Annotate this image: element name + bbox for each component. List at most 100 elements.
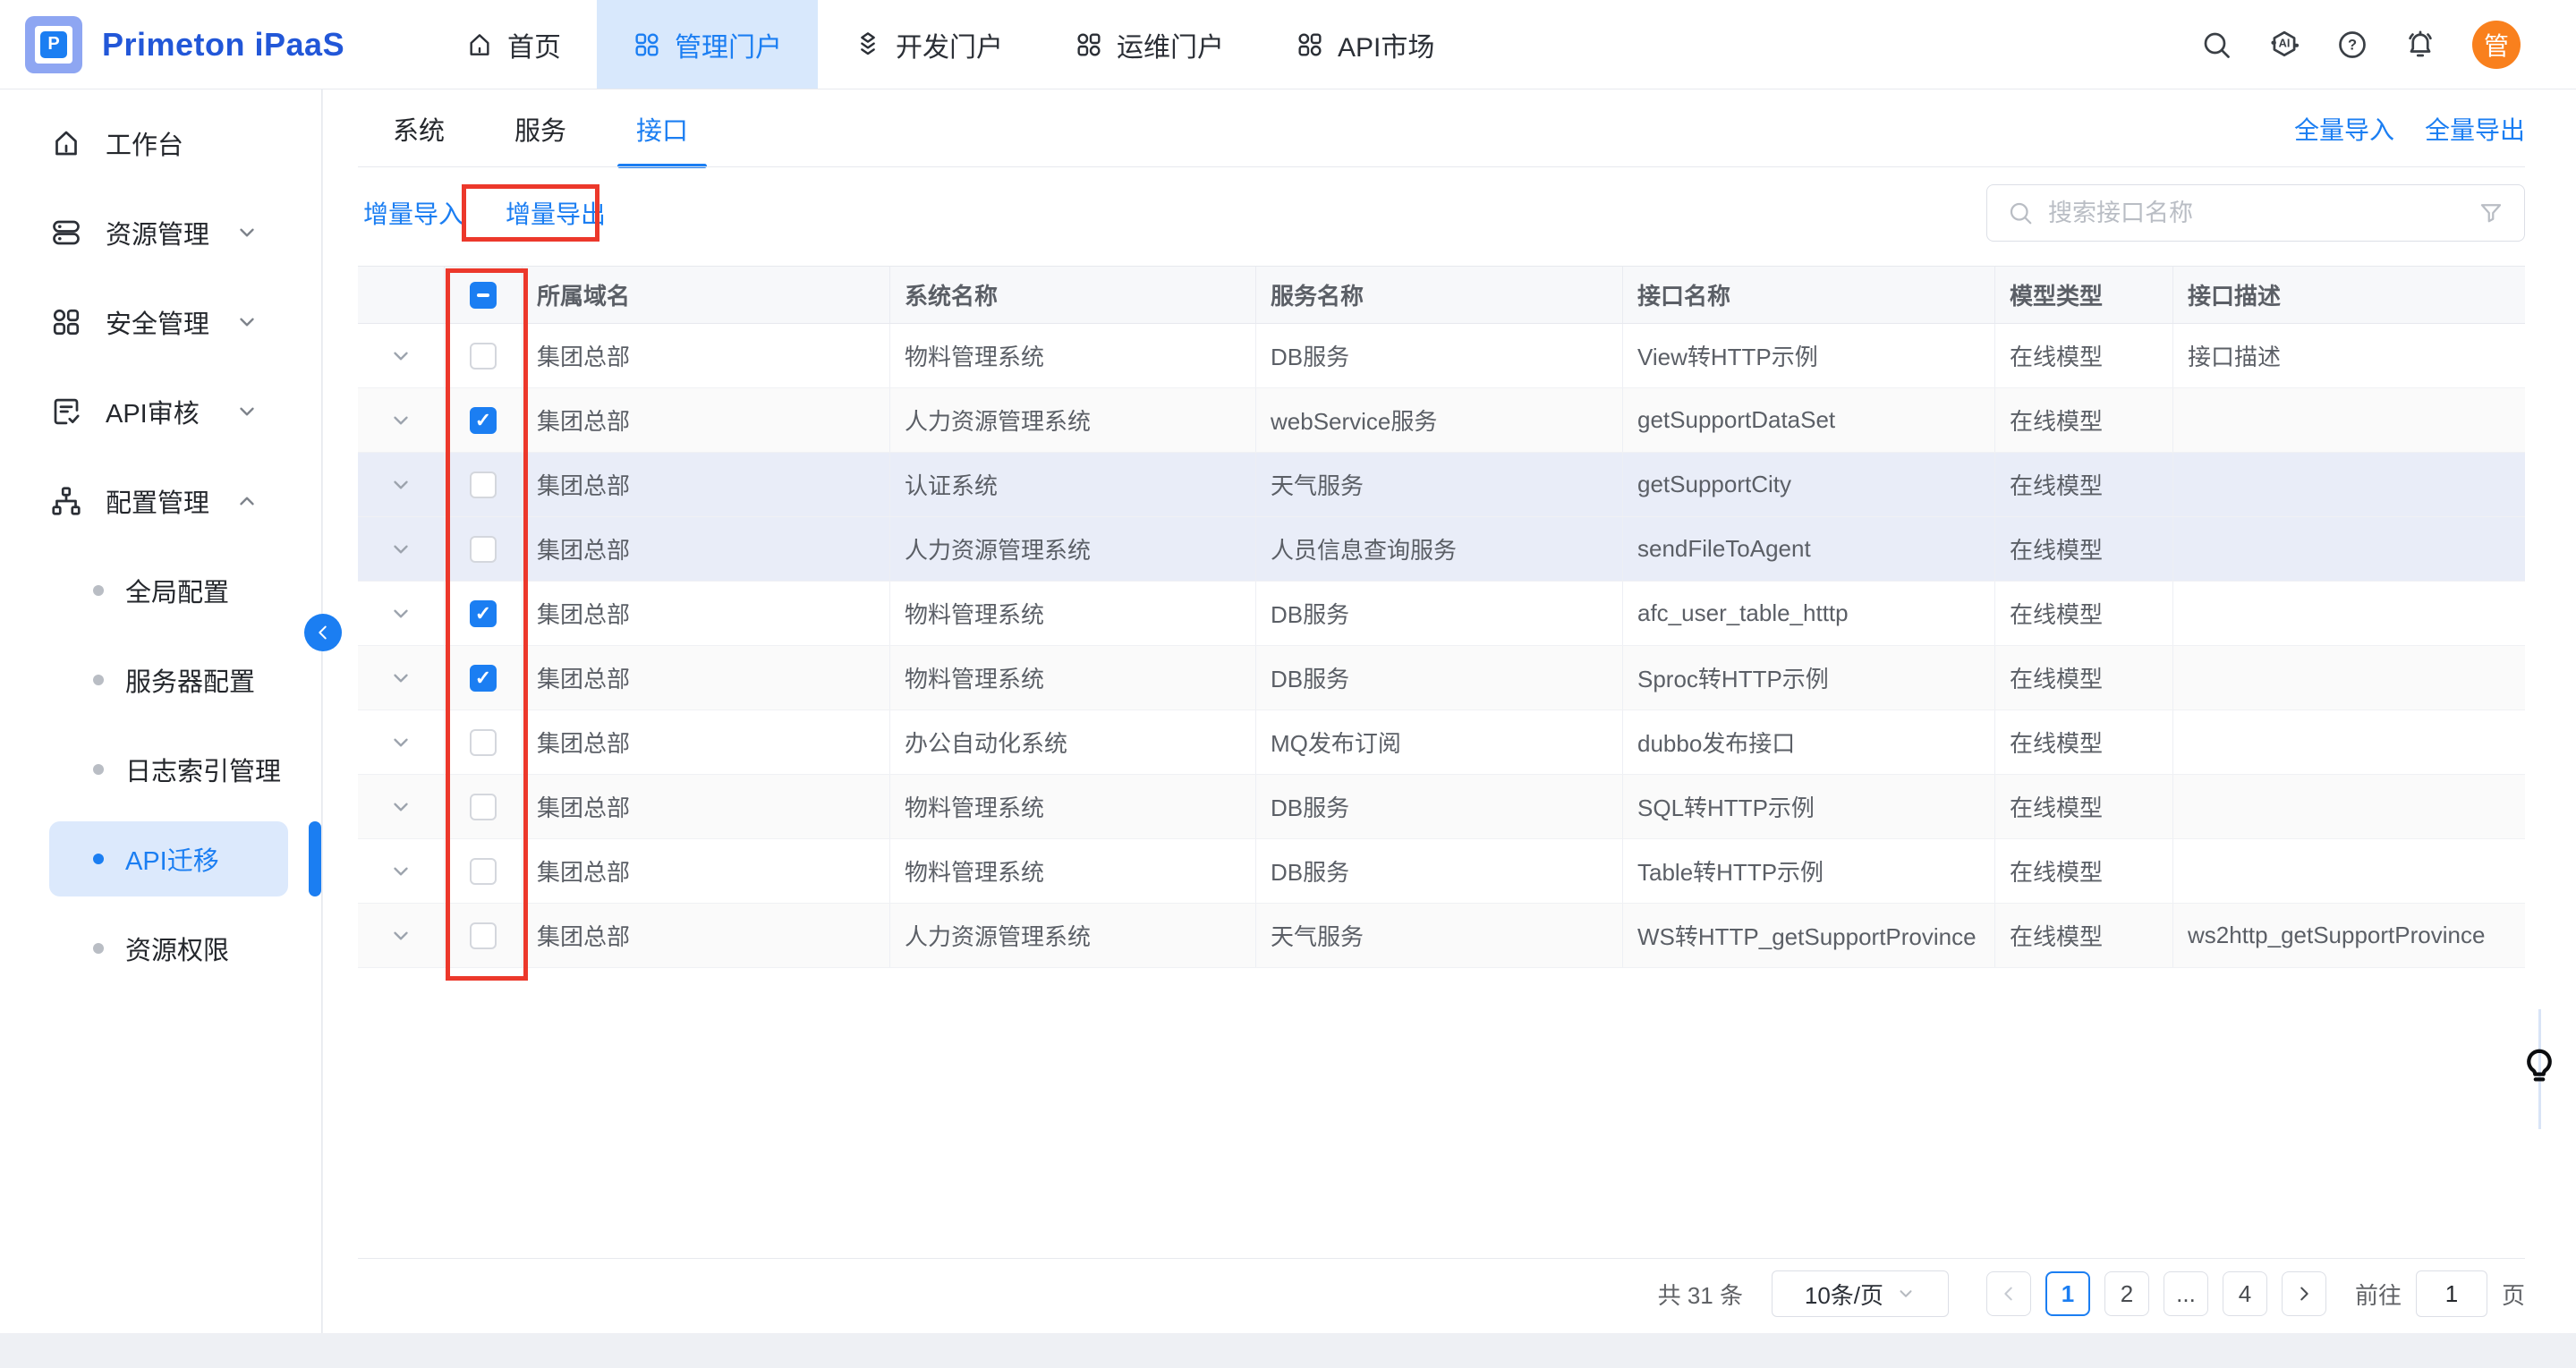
search-input[interactable] <box>2034 200 2478 227</box>
sidebar-item-API审核[interactable]: API审核 <box>0 367 321 456</box>
row-checkbox[interactable] <box>470 536 497 563</box>
row-expand-cell <box>358 324 445 387</box>
table-row: 集团总部人力资源管理系统天气服务WS转HTTP_getSupportProvin… <box>358 904 2525 968</box>
table-header-row: 所属域名系统名称服务名称接口名称模型类型接口描述 <box>358 266 2525 324</box>
row-expand-chevron-icon[interactable] <box>389 409 412 432</box>
page-size-select[interactable]: 10条/页 <box>1772 1270 1949 1317</box>
tab-接口[interactable]: 接口 <box>617 89 707 167</box>
app-root: P Primeton iPaaS 首页管理门户开发门户运维门户API市场 AI?… <box>0 0 2576 1368</box>
cell-domain: 集团总部 <box>523 839 890 903</box>
total-count: 共 31 条 <box>1658 1278 1743 1311</box>
header-api: 接口名称 <box>1623 267 1995 323</box>
sidebar-subitem-日志索引管理[interactable]: 日志索引管理 <box>0 725 321 814</box>
row-expand-chevron-icon[interactable] <box>389 795 412 819</box>
sidebar-subitem-API迁移[interactable]: API迁移 <box>0 814 321 904</box>
sidebar-subitem-label: 资源权限 <box>125 930 229 967</box>
svg-text:?: ? <box>2348 37 2357 53</box>
cell-model: 在线模型 <box>1995 388 2173 452</box>
row-checkbox[interactable] <box>470 729 497 756</box>
row-checkbox[interactable] <box>470 600 497 627</box>
chevron-left-icon <box>1999 1284 2019 1304</box>
row-expand-chevron-icon[interactable] <box>389 924 412 947</box>
tips-lightbulb-button[interactable] <box>2516 1038 2563 1095</box>
row-checkbox[interactable] <box>470 343 497 370</box>
tab-服务[interactable]: 服务 <box>496 89 585 167</box>
sidebar-item-配置管理[interactable]: 配置管理 <box>0 456 321 546</box>
row-expand-chevron-icon[interactable] <box>389 731 412 754</box>
row-checkbox[interactable] <box>470 407 497 434</box>
topnav-item-开发门户[interactable]: 开发门户 <box>818 0 1039 89</box>
sidebar-item-工作台[interactable]: 工作台 <box>0 98 321 188</box>
sidebar-subitem-label: 服务器配置 <box>125 661 255 699</box>
select-all-checkbox[interactable] <box>470 282 497 309</box>
cell-api: Table转HTTP示例 <box>1623 839 1995 903</box>
sidebar-subitem-inner: 全局配置 <box>49 553 288 628</box>
cell-model: 在线模型 <box>1995 775 2173 838</box>
chevron-up-icon <box>235 489 259 513</box>
cell-domain: 集团总部 <box>523 904 890 967</box>
chevron-down-icon <box>1896 1284 1916 1304</box>
cell-desc <box>2173 517 2525 581</box>
row-checkbox[interactable] <box>470 665 497 692</box>
ai-assistant-icon[interactable]: AI <box>2268 29 2300 61</box>
inc-export-button[interactable]: 增量导出 <box>506 195 606 231</box>
logo-letter: P <box>40 31 67 58</box>
header-domain: 所属域名 <box>523 267 890 323</box>
row-expand-chevron-icon[interactable] <box>389 344 412 368</box>
notifications-icon[interactable] <box>2404 29 2436 61</box>
search-icon <box>2007 200 2034 226</box>
sidebar-item-label: 安全管理 <box>106 303 209 341</box>
row-expand-chevron-icon[interactable] <box>389 602 412 625</box>
topnav-item-运维门户[interactable]: 运维门户 <box>1039 0 1260 89</box>
row-checkbox[interactable] <box>470 794 497 820</box>
goto-label: 前往 <box>2355 1278 2402 1311</box>
sidebar-subitem-资源权限[interactable]: 资源权限 <box>0 904 321 993</box>
row-checkbox[interactable] <box>470 858 497 885</box>
search-icon[interactable] <box>2200 29 2232 61</box>
row-checkbox-cell <box>445 388 523 452</box>
home2-icon <box>50 127 82 159</box>
cell-desc <box>2173 710 2525 774</box>
topnav-item-首页[interactable]: 首页 <box>429 0 597 89</box>
page-ellipsis-button[interactable]: ... <box>2164 1271 2208 1316</box>
sidebar-collapse-button[interactable] <box>304 614 342 651</box>
page-button-4[interactable]: 4 <box>2223 1271 2267 1316</box>
home-icon <box>465 30 494 59</box>
cell-service: DB服务 <box>1256 775 1623 838</box>
row-expand-cell <box>358 839 445 903</box>
topnav-item-label: API市场 <box>1338 25 1434 64</box>
topnav-item-API市场[interactable]: API市场 <box>1260 0 1470 89</box>
cell-desc <box>2173 453 2525 516</box>
filter-icon[interactable] <box>2478 200 2504 226</box>
row-checkbox[interactable] <box>470 922 497 949</box>
cell-desc: 接口描述 <box>2173 324 2525 387</box>
goto-page-input[interactable] <box>2416 1270 2487 1317</box>
next-page-button[interactable] <box>2282 1271 2326 1316</box>
sidebar-subitem-服务器配置[interactable]: 服务器配置 <box>0 635 321 725</box>
sidebar-item-资源管理[interactable]: 资源管理 <box>0 188 321 277</box>
full-export-button[interactable]: 全量导出 <box>2425 111 2525 147</box>
topnav-item-管理门户[interactable]: 管理门户 <box>597 0 818 89</box>
row-expand-chevron-icon[interactable] <box>389 473 412 497</box>
cell-model: 在线模型 <box>1995 517 2173 581</box>
cell-desc <box>2173 582 2525 645</box>
sitemap-icon <box>50 485 82 517</box>
row-expand-chevron-icon[interactable] <box>389 860 412 883</box>
inc-import-button[interactable]: 增量导入 <box>363 195 463 231</box>
sidebar-item-安全管理[interactable]: 安全管理 <box>0 277 321 367</box>
row-expand-chevron-icon[interactable] <box>389 667 412 690</box>
page-button-2[interactable]: 2 <box>2104 1271 2149 1316</box>
bullet-dot-icon <box>93 854 104 864</box>
help-icon[interactable]: ? <box>2336 29 2368 61</box>
cell-system: 办公自动化系统 <box>890 710 1256 774</box>
row-expand-chevron-icon[interactable] <box>389 538 412 561</box>
full-import-button[interactable]: 全量导入 <box>2294 111 2394 147</box>
page-button-1[interactable]: 1 <box>2045 1271 2090 1316</box>
tab-系统[interactable]: 系统 <box>374 89 463 167</box>
cell-model: 在线模型 <box>1995 839 2173 903</box>
user-avatar[interactable]: 管 <box>2472 21 2521 69</box>
sidebar-subitem-全局配置[interactable]: 全局配置 <box>0 546 321 635</box>
row-checkbox[interactable] <box>470 472 497 498</box>
prev-page-button[interactable] <box>1986 1271 2031 1316</box>
api-table: 所属域名系统名称服务名称接口名称模型类型接口描述 集团总部物料管理系统DB服务V… <box>358 266 2525 968</box>
